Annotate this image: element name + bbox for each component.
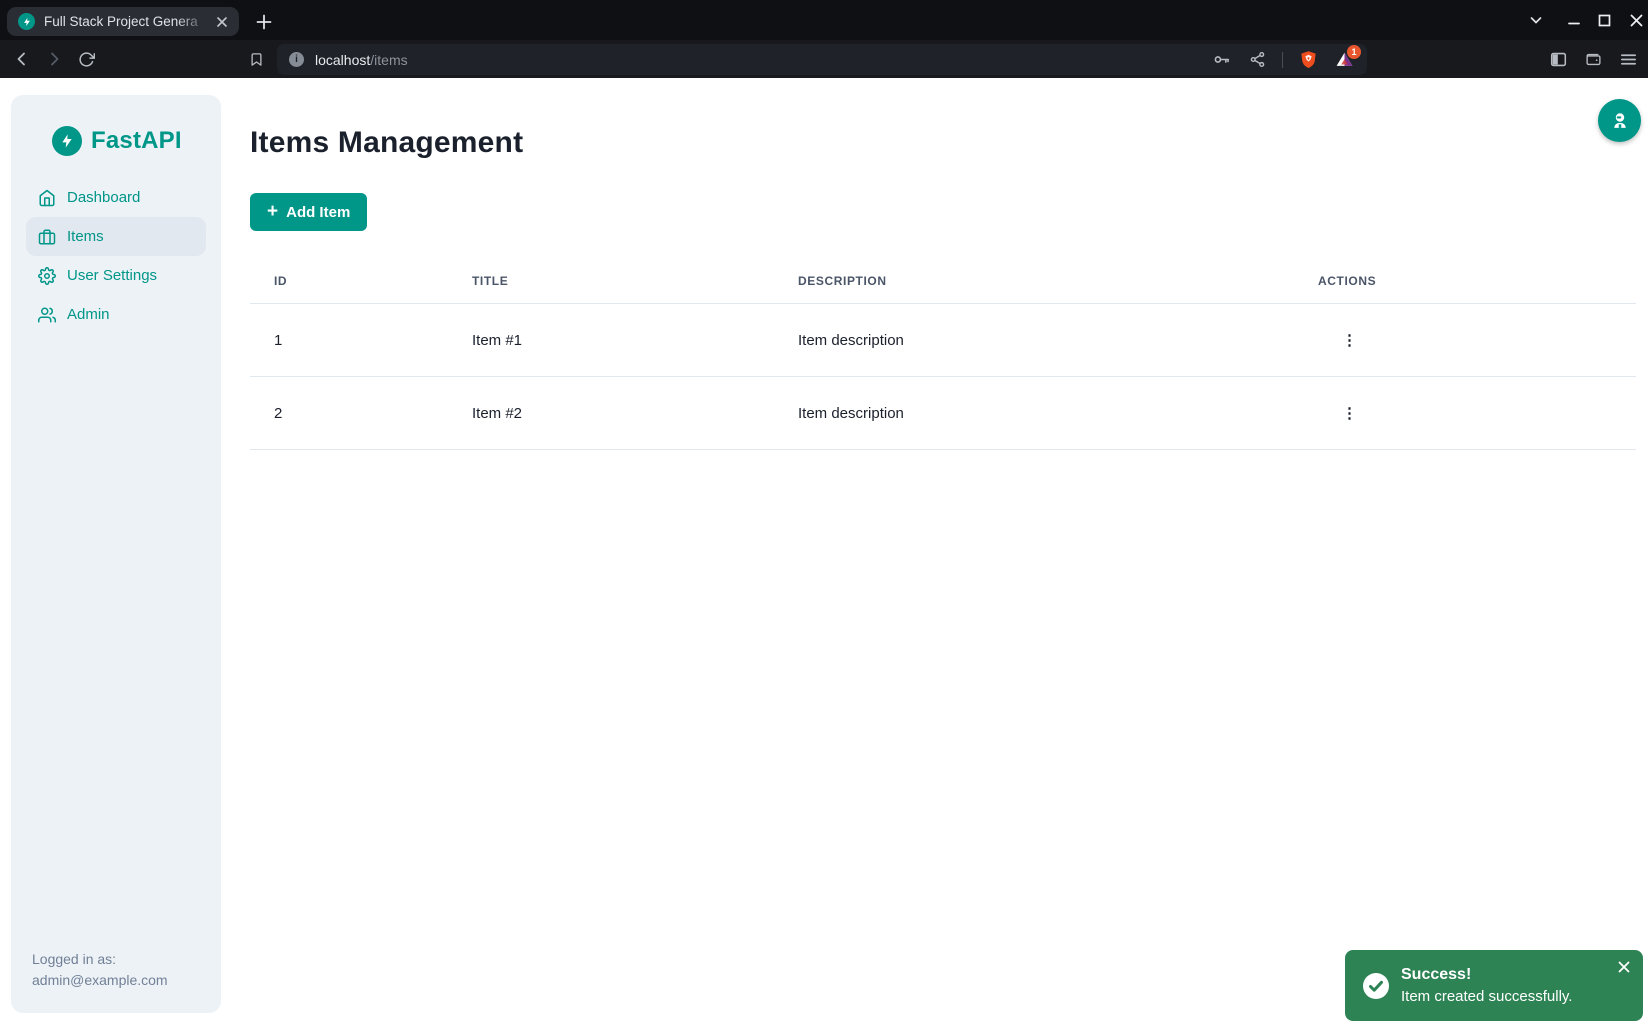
- reload-icon[interactable]: [72, 45, 100, 73]
- sidebar-toggle-icon[interactable]: [1544, 45, 1572, 73]
- toast-close-icon[interactable]: [1615, 958, 1633, 976]
- table-header-row: ID TITLE DESCRIPTION ACTIONS: [250, 259, 1636, 304]
- window-maximize-button[interactable]: [1592, 8, 1616, 32]
- back-icon[interactable]: [8, 45, 36, 73]
- page-title: Items Management: [250, 126, 1648, 160]
- table-row: 2 Item #2 Item description ⋮: [250, 377, 1636, 450]
- sidebar-item-label: Dashboard: [67, 189, 140, 206]
- app-logo: FastAPI: [11, 95, 221, 156]
- sidebar-item-label: Items: [67, 228, 104, 245]
- cell-title: Item #2: [448, 405, 774, 422]
- row-actions-kebab-icon[interactable]: ⋮: [1332, 404, 1366, 422]
- bookmark-icon[interactable]: [242, 45, 270, 73]
- url-text: localhost/items: [315, 52, 408, 68]
- column-header-id: ID: [250, 274, 448, 288]
- row-actions-kebab-icon[interactable]: ⋮: [1332, 331, 1366, 349]
- brave-shield-icon[interactable]: [1297, 49, 1319, 71]
- logged-in-info: Logged in as: admin@example.com: [32, 949, 168, 991]
- sidebar-item-items[interactable]: Items: [26, 217, 206, 256]
- column-header-title: TITLE: [448, 274, 774, 288]
- success-toast: Success! Item created successfully.: [1345, 950, 1643, 1021]
- toolbar-divider: [1282, 52, 1283, 68]
- sidebar-item-admin[interactable]: Admin: [26, 295, 206, 334]
- home-icon: [38, 189, 56, 207]
- logo-text: FastAPI: [91, 127, 182, 155]
- new-tab-button[interactable]: [253, 11, 275, 33]
- sidebar-nav: Dashboard Items User Settings Admin: [11, 178, 221, 334]
- logged-in-label: Logged in as:: [32, 949, 168, 970]
- browser-toolbar: i localhost/items 1: [0, 40, 1648, 78]
- sidebar-item-dashboard[interactable]: Dashboard: [26, 178, 206, 217]
- forward-icon[interactable]: [40, 45, 68, 73]
- sidebar: FastAPI Dashboard Items User Settings: [11, 95, 221, 1013]
- table-row: 1 Item #1 Item description ⋮: [250, 304, 1636, 377]
- cell-title: Item #1: [448, 332, 774, 349]
- menu-hamburger-icon[interactable]: [1614, 45, 1642, 73]
- wallet-icon[interactable]: [1579, 45, 1607, 73]
- column-header-actions: ACTIONS: [1294, 274, 1636, 288]
- sidebar-item-label: User Settings: [67, 267, 157, 284]
- logged-in-email: admin@example.com: [32, 970, 168, 991]
- cell-id: 2: [250, 405, 448, 422]
- main-content: Items Management + Add Item ID TITLE DES…: [221, 78, 1648, 1025]
- tab-title: Full Stack Project Genera: [44, 14, 213, 29]
- window-close-button[interactable]: [1624, 8, 1648, 32]
- toast-title: Success!: [1401, 964, 1572, 986]
- url-path: /items: [370, 52, 407, 68]
- rewards-badge: 1: [1347, 45, 1361, 59]
- sidebar-item-user-settings[interactable]: User Settings: [26, 256, 206, 295]
- cell-description: Item description: [774, 405, 1294, 422]
- site-info-icon[interactable]: i: [289, 52, 304, 67]
- browser-tab[interactable]: Full Stack Project Genera: [7, 7, 239, 36]
- user-astronaut-icon: [1609, 110, 1631, 132]
- address-bar[interactable]: i localhost/items 1: [277, 44, 1367, 75]
- tab-favicon-bolt-icon: [18, 13, 35, 30]
- gear-icon: [38, 267, 56, 285]
- cell-description: Item description: [774, 332, 1294, 349]
- check-circle-icon: [1363, 973, 1389, 999]
- url-host: localhost: [315, 52, 370, 68]
- add-item-button[interactable]: + Add Item: [250, 193, 367, 231]
- logo-bolt-icon: [52, 126, 82, 156]
- brave-rewards-icon[interactable]: 1: [1333, 49, 1355, 71]
- tab-search-chevron-icon[interactable]: [1524, 8, 1548, 32]
- toast-message: Item created successfully.: [1401, 986, 1572, 1007]
- app-page: FastAPI Dashboard Items User Settings: [0, 78, 1648, 1025]
- items-table: ID TITLE DESCRIPTION ACTIONS 1 Item #1 I…: [250, 259, 1636, 450]
- tab-strip: Full Stack Project Genera: [0, 0, 1648, 40]
- plus-icon: +: [267, 202, 278, 221]
- sidebar-item-label: Admin: [67, 306, 110, 323]
- window-minimize-button[interactable]: [1562, 8, 1586, 32]
- browser-window: Full Stack Project Genera: [0, 0, 1648, 1025]
- tab-close-icon[interactable]: [213, 13, 231, 31]
- share-icon[interactable]: [1246, 49, 1268, 71]
- briefcase-icon: [38, 228, 56, 246]
- password-key-icon[interactable]: [1210, 49, 1232, 71]
- users-icon: [38, 306, 56, 324]
- user-menu-avatar-button[interactable]: [1598, 99, 1641, 142]
- add-item-label: Add Item: [286, 204, 350, 221]
- column-header-description: DESCRIPTION: [774, 274, 1294, 288]
- cell-id: 1: [250, 332, 448, 349]
